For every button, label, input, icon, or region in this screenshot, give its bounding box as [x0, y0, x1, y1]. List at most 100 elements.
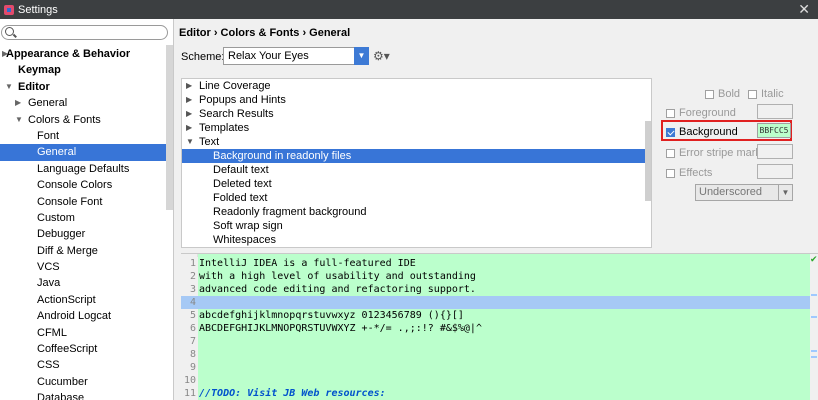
bold-option[interactable]: Bold	[705, 88, 740, 100]
sidebar-item-label: CFML	[37, 326, 67, 339]
attribute-item[interactable]: Deleted text	[182, 177, 651, 191]
sidebar-item[interactable]: Java	[0, 275, 166, 291]
search-input[interactable]	[16, 26, 166, 39]
effects-color-swatch[interactable]	[757, 164, 793, 179]
sidebar-item-label: Keymap	[18, 64, 61, 77]
italic-checkbox[interactable]	[748, 89, 757, 99]
bold-checkbox[interactable]	[705, 89, 714, 99]
sidebar-item[interactable]: Language Defaults	[0, 161, 166, 177]
attribute-item[interactable]: Readonly fragment background	[182, 205, 651, 219]
chevron-right-icon[interactable]: ▶	[186, 93, 192, 107]
sidebar-item[interactable]: Console Font	[0, 194, 166, 210]
chevron-right-icon[interactable]: ▶	[2, 46, 8, 62]
sidebar-item[interactable]: General	[0, 144, 166, 161]
scheme-label: Scheme:	[181, 51, 225, 63]
line-number: 10	[181, 374, 198, 387]
attribute-item[interactable]: Default text	[182, 163, 651, 177]
sidebar-item-label: ActionScript	[37, 293, 96, 306]
foreground-checkbox[interactable]	[666, 108, 675, 118]
attribute-label: Deleted text	[213, 178, 272, 190]
attributes-scrollbar[interactable]	[645, 121, 651, 201]
breadcrumb: Editor › Colors & Fonts › General	[179, 27, 351, 39]
sidebar-item[interactable]: CSS	[0, 357, 166, 373]
chevron-right-icon[interactable]: ▶	[186, 107, 192, 121]
error-stripe-option[interactable]: Error stripe mark	[666, 147, 761, 159]
attribute-item[interactable]: ▼ Text	[182, 135, 651, 149]
search-box[interactable]	[1, 25, 168, 40]
attribute-item[interactable]: ▶ Templates	[182, 121, 651, 135]
attribute-item[interactable]: Folded text	[182, 191, 651, 205]
chevron-down-icon[interactable]: ▼	[778, 185, 792, 200]
background-color-swatch[interactable]: BBFCC5	[757, 123, 791, 138]
scheme-select[interactable]: Relax Your Eyes ▼	[223, 47, 369, 65]
attribute-label: Folded text	[213, 192, 268, 204]
sidebar-item[interactable]: ▼ Colors & Fonts	[0, 112, 166, 128]
chevron-down-icon[interactable]: ▼	[186, 135, 194, 149]
effects-label: Effects	[679, 167, 713, 179]
sidebar-scrollbar[interactable]	[166, 45, 173, 210]
foreground-option[interactable]: Foreground	[666, 107, 736, 119]
gear-icon[interactable]: ⚙▾	[373, 49, 390, 63]
attribute-item[interactable]: Soft wrap sign	[182, 219, 651, 233]
sidebar-item[interactable]: Font	[0, 128, 166, 144]
sidebar-item[interactable]: Database	[0, 390, 166, 400]
bold-label: Bold	[718, 88, 741, 100]
sidebar-item[interactable]: Custom	[0, 210, 166, 226]
error-stripe-checkbox[interactable]	[666, 148, 675, 158]
chevron-right-icon[interactable]: ▶	[186, 121, 192, 135]
sidebar-item[interactable]: Console Colors	[0, 177, 166, 193]
sidebar-item[interactable]: Diff & Merge	[0, 243, 166, 259]
sidebar-item[interactable]: Keymap	[0, 62, 166, 78]
sidebar-item-label: Font	[37, 129, 60, 142]
line-number: 4	[181, 296, 198, 309]
error-stripe-color-swatch[interactable]	[757, 144, 793, 159]
stripe-mark	[811, 350, 817, 352]
sidebar-item[interactable]: Android Logcat	[0, 308, 166, 324]
sidebar-item[interactable]: Debugger	[0, 226, 166, 242]
attribute-item[interactable]: ▶ Line Coverage	[182, 79, 651, 93]
sidebar-item-label: Cucumber	[37, 375, 88, 388]
sidebar-item-label: Diff & Merge	[37, 244, 98, 257]
attribute-item[interactable]: ▶ Popups and Hints	[182, 93, 651, 107]
effects-option[interactable]: Effects	[666, 167, 712, 179]
effects-checkbox[interactable]	[666, 168, 675, 178]
background-option[interactable]: Background	[666, 126, 738, 138]
intellij-icon	[4, 4, 14, 15]
sidebar-item[interactable]: CFML	[0, 325, 166, 341]
code-text: abcdefghijklmnopqrstuvwxyz 0123456789 ()…	[199, 310, 464, 321]
chevron-right-icon[interactable]: ▶	[15, 95, 21, 111]
sidebar-item-label: Debugger	[37, 228, 86, 241]
chevron-down-icon[interactable]: ▼	[354, 47, 369, 65]
chevron-down-icon[interactable]: ▼	[5, 79, 13, 95]
sidebar-item[interactable]: ▶ Appearance & Behavior	[0, 46, 166, 62]
sidebar-item[interactable]: VCS	[0, 259, 166, 275]
attribute-item[interactable]: ▶ Search Results	[182, 107, 651, 121]
attribute-item[interactable]: Background in readonly files	[182, 149, 651, 163]
sidebar-item-label: General	[28, 97, 68, 110]
effect-type-select[interactable]: Underscored ▼	[695, 184, 793, 201]
code-line: 10	[181, 374, 810, 387]
sidebar-item[interactable]: CoffeeScript	[0, 341, 166, 357]
code-text: IntelliJ IDEA is a full-featured IDE	[199, 258, 416, 269]
preview-editor[interactable]: ✔ 1 IntelliJ IDEA is a full-featured IDE 2…	[181, 253, 818, 400]
attribute-options: Bold Italic Foreground Background BBFCC5…	[661, 81, 818, 251]
error-stripe: ✔	[810, 254, 818, 400]
italic-option[interactable]: Italic	[748, 88, 784, 100]
sidebar-item-label: CSS	[37, 359, 60, 372]
sidebar-item[interactable]: Cucumber	[0, 374, 166, 390]
line-number: 2	[181, 270, 198, 283]
code-line: 7	[181, 335, 810, 348]
sidebar-item[interactable]: ▼ Editor	[0, 79, 166, 95]
attribute-item[interactable]: Whitespaces	[182, 233, 651, 247]
sidebar-item[interactable]: ▶ General	[0, 95, 166, 111]
italic-label: Italic	[761, 88, 784, 100]
foreground-color-swatch[interactable]	[757, 104, 793, 119]
background-checkbox[interactable]	[666, 127, 675, 137]
chevron-down-icon[interactable]: ▼	[15, 112, 23, 128]
sidebar-item[interactable]: ActionScript	[0, 292, 166, 308]
chevron-right-icon[interactable]: ▶	[186, 79, 192, 93]
close-icon[interactable]: ✕	[798, 1, 810, 18]
